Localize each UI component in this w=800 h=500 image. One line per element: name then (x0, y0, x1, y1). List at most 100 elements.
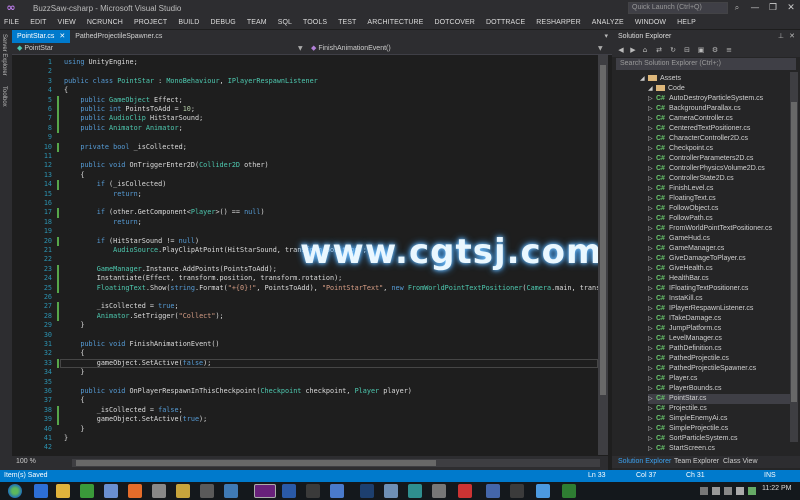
menu-dottrace[interactable]: DOTTRACE (486, 19, 525, 26)
chevron-down-icon[interactable]: ▼ (298, 44, 303, 54)
code-line[interactable]: 30 (12, 331, 598, 340)
tree-file[interactable]: ▷ C# PointStar.cs (648, 394, 790, 404)
tree-file[interactable]: ▷ C# CameraController.cs (648, 114, 790, 124)
code-line[interactable]: 10 private bool _isCollected; (12, 142, 598, 152)
tree-file[interactable]: ▷ C# Player.cs (648, 374, 790, 384)
home-icon[interactable]: ⌂ (640, 45, 650, 55)
tree-file[interactable]: ▷ C# GameManager.cs (648, 244, 790, 254)
tab-team-explorer[interactable]: Team Explorer (674, 456, 719, 468)
menu-debug[interactable]: DEBUG (210, 19, 235, 26)
menu-analyze[interactable]: ANALYZE (592, 19, 624, 26)
tree-file[interactable]: ▷ C# CharacterController2D.cs (648, 134, 790, 144)
app-icon[interactable] (562, 484, 576, 498)
internet-explorer-icon[interactable] (34, 484, 48, 498)
photoshop-icon[interactable] (360, 484, 374, 498)
code-line[interactable]: 37 { (12, 396, 598, 405)
network-icon[interactable] (712, 487, 720, 495)
expand-icon[interactable]: ▷ (648, 354, 656, 364)
code-line[interactable]: 26 (12, 293, 598, 302)
tree-file[interactable]: ▷ C# FinishLevel.cs (648, 184, 790, 194)
unity-icon[interactable] (306, 484, 320, 498)
tree-file[interactable]: ▷ C# SimpleProjectile.cs (648, 424, 790, 434)
expand-icon[interactable]: ▷ (648, 94, 656, 104)
code-line[interactable]: 1 using UnityEngine; (12, 58, 598, 67)
app-icon[interactable] (486, 484, 500, 498)
zoom-level[interactable]: 100 % (16, 458, 36, 465)
tray-icon[interactable] (748, 487, 756, 495)
search-icon[interactable]: ⌕ (731, 2, 743, 14)
file-explorer-icon[interactable] (56, 484, 70, 498)
code-line[interactable]: 42 (12, 443, 598, 452)
expand-icon[interactable]: ▷ (648, 344, 656, 354)
app-icon[interactable] (510, 484, 524, 498)
expand-icon[interactable]: ▷ (648, 184, 656, 194)
menu-window[interactable]: WINDOW (635, 19, 666, 26)
tab-solution-explorer[interactable]: Solution Explorer (618, 456, 671, 468)
tree-file[interactable]: ▷ C# GiveDamageToPlayer.cs (648, 254, 790, 264)
app-icon[interactable] (152, 484, 166, 498)
quick-launch-input[interactable]: Quick Launch (Ctrl+Q) (628, 2, 728, 14)
expand-icon[interactable]: ▷ (648, 284, 656, 294)
solution-search-input[interactable]: Search Solution Explorer (Ctrl+;) (616, 58, 796, 70)
expand-icon[interactable]: ▷ (648, 154, 656, 164)
menu-resharper[interactable]: RESHARPER (536, 19, 580, 26)
expand-icon[interactable]: ▷ (648, 444, 656, 454)
app-icon[interactable] (80, 484, 94, 498)
editor-vertical-scrollbar[interactable] (598, 55, 608, 455)
tree-file[interactable]: ▷ C# PlayerBounds.cs (648, 384, 790, 394)
code-line[interactable]: 3 public class PointStar : MonoBehaviour,… (12, 77, 598, 86)
scrollbar-thumb[interactable] (76, 460, 436, 466)
expand-icon[interactable]: ▷ (648, 144, 656, 154)
server-explorer-tab[interactable]: Server Explorer (1, 34, 7, 76)
tree-file[interactable]: ▷ C# FromWorldPointTextPositioner.cs (648, 224, 790, 234)
tree-file[interactable]: ▷ C# ITakeDamage.cs (648, 314, 790, 324)
close-button[interactable]: ✕ (782, 0, 800, 16)
code-line[interactable]: 14 if (_isCollected) (12, 180, 598, 190)
close-icon[interactable]: ✕ (789, 30, 795, 43)
tree-file[interactable]: ▷ C# ControllerParameters2D.cs (648, 154, 790, 164)
app-icon[interactable] (104, 484, 118, 498)
tree-file[interactable]: ▷ C# PathedProjectile.cs (648, 354, 790, 364)
back-icon[interactable]: ◀ (616, 45, 626, 55)
code-line[interactable]: 13 { (12, 171, 598, 180)
app-icon[interactable] (176, 484, 190, 498)
code-line[interactable]: 9 (12, 133, 598, 142)
code-line[interactable]: 5 public GameObject Effect; (12, 95, 598, 105)
code-line[interactable]: 12 public void OnTriggerEnter2D(Collider… (12, 161, 598, 170)
code-line[interactable]: 18 return; (12, 218, 598, 227)
sync-icon[interactable]: ⇄ (654, 45, 664, 55)
expand-icon[interactable]: ▷ (648, 194, 656, 204)
app-icon[interactable] (408, 484, 422, 498)
tree-file[interactable]: ▷ C# IFloatingTextPositioner.cs (648, 284, 790, 294)
tree-file[interactable]: ▷ C# GiveHealth.cs (648, 264, 790, 274)
tray-icon[interactable] (736, 487, 744, 495)
code-line[interactable]: 29 } (12, 321, 598, 330)
code-line[interactable]: 28 Animator.SetTrigger("Collect"); (12, 311, 598, 322)
tree-file[interactable]: ▷ C# SortParticleSystem.cs (648, 434, 790, 444)
tree-file[interactable]: ▷ C# PathedProjectileSpawner.cs (648, 364, 790, 374)
code-line[interactable]: 35 (12, 378, 598, 387)
code-line[interactable]: 8 public Animator Animator; (12, 123, 598, 134)
expand-icon[interactable]: ▷ (648, 334, 656, 344)
code-line[interactable]: 24 Instantiate(Effect, transform.positio… (12, 274, 598, 284)
visual-studio-taskbar-icon[interactable] (254, 484, 276, 498)
code-line[interactable]: 39 gameObject.SetActive(true); (12, 415, 598, 425)
code-line[interactable]: 31 public void FinishAnimationEvent() (12, 340, 598, 349)
code-line[interactable]: 17 if (other.GetComponent<Player>() == n… (12, 208, 598, 218)
taskbar-clock[interactable]: 11:22 PM (762, 485, 791, 492)
menu-help[interactable]: HELP (677, 19, 696, 26)
app-icon[interactable] (432, 484, 446, 498)
expand-icon[interactable]: ▷ (648, 424, 656, 434)
expand-icon[interactable]: ▷ (648, 134, 656, 144)
expand-icon[interactable]: ▷ (648, 174, 656, 184)
firefox-icon[interactable] (128, 484, 142, 498)
expand-icon[interactable]: ▷ (648, 374, 656, 384)
tree-file[interactable]: ▷ C# FloatingText.cs (648, 194, 790, 204)
member-dropdown[interactable]: ◆ FinishAnimationEvent() (308, 44, 606, 54)
expand-icon[interactable]: ▷ (648, 214, 656, 224)
tree-file[interactable]: ▷ C# CenteredTextPositioner.cs (648, 124, 790, 134)
start-button-icon[interactable] (8, 484, 22, 498)
expand-icon[interactable]: ▷ (648, 394, 656, 404)
tree-file[interactable]: ▷ C# FollowPath.cs (648, 214, 790, 224)
menu-architecture[interactable]: ARCHITECTURE (367, 19, 423, 26)
